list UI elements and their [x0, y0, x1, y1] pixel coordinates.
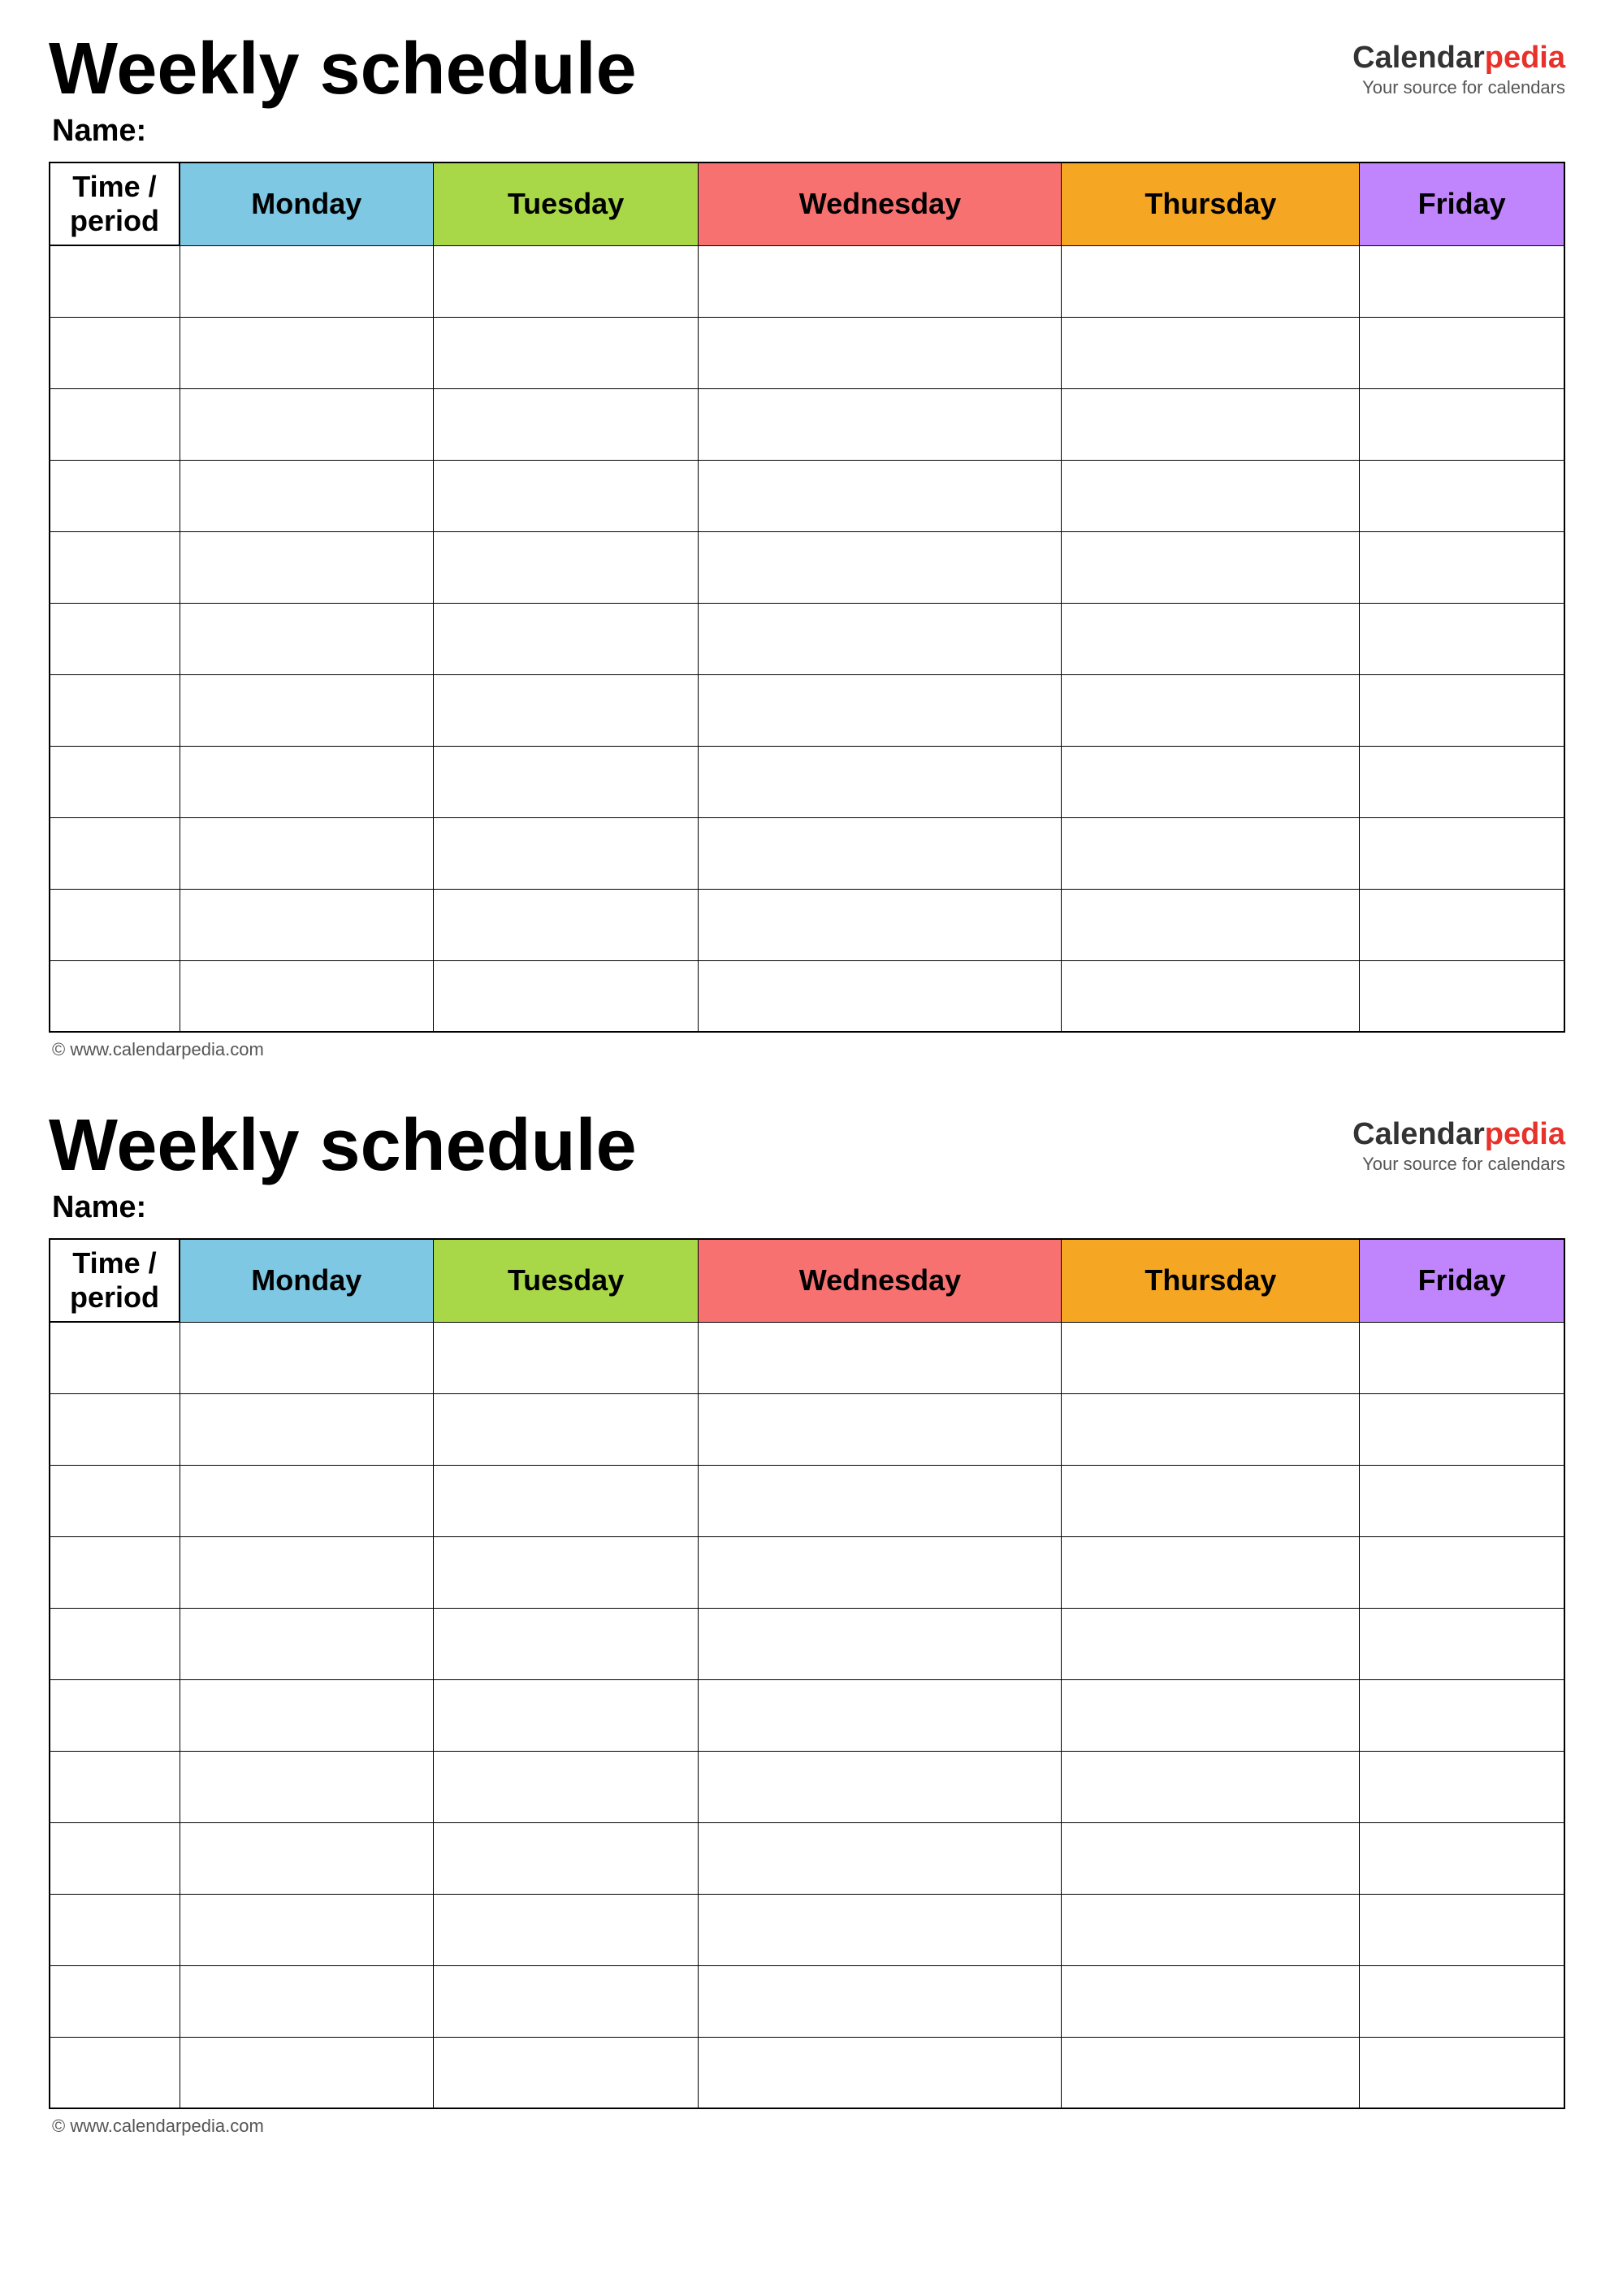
table-row — [50, 1751, 1564, 1822]
footer-1: © www.calendarpedia.com — [49, 1039, 1565, 1060]
cell-time[interactable] — [50, 817, 180, 889]
logo-pedia-word-1: pedia — [1485, 41, 1565, 75]
table-row — [50, 531, 1564, 603]
table-row — [50, 603, 1564, 674]
logo-sub-2: Your source for calendars — [1352, 1154, 1565, 1175]
cell-time[interactable] — [50, 1965, 180, 2037]
logo-text-2: Calendarpedia — [1352, 1117, 1565, 1152]
header-friday-2: Friday — [1360, 1239, 1564, 1322]
table-body-1 — [50, 245, 1564, 1032]
cell-time[interactable] — [50, 2037, 180, 2108]
table-row — [50, 2037, 1564, 2108]
table-body-2 — [50, 1322, 1564, 2108]
cell-time[interactable] — [50, 245, 180, 317]
name-label-1: Name: — [49, 114, 1565, 149]
table-row — [50, 1393, 1564, 1465]
cell-time[interactable] — [50, 1822, 180, 1894]
logo-text-1: Calendarpedia — [1352, 41, 1565, 76]
cell-time[interactable] — [50, 1679, 180, 1751]
cell-time[interactable] — [50, 388, 180, 460]
table-row — [50, 1465, 1564, 1536]
logo-1: Calendarpedia Your source for calendars — [1352, 32, 1565, 98]
cell-time[interactable] — [50, 1536, 180, 1608]
table-row — [50, 1822, 1564, 1894]
table-row — [50, 674, 1564, 746]
cell-time[interactable] — [50, 1894, 180, 1965]
header-time-2: Time / period — [50, 1239, 180, 1322]
header-thursday-1: Thursday — [1062, 162, 1360, 245]
table-row — [50, 1608, 1564, 1679]
table-row — [50, 1965, 1564, 2037]
cell-time[interactable] — [50, 1465, 180, 1536]
page-title-1: Weekly schedule — [49, 32, 637, 106]
table-row — [50, 960, 1564, 1032]
logo-calendar-word-1: Calendar — [1352, 41, 1485, 75]
cell-time[interactable] — [50, 1608, 180, 1679]
page-container: Weekly schedule Calendarpedia Your sourc… — [0, 0, 1614, 2218]
page-title-2: Weekly schedule — [49, 1109, 637, 1182]
header-wednesday-1: Wednesday — [699, 162, 1062, 245]
header-time-1: Time / period — [50, 162, 180, 245]
logo-2: Calendarpedia Your source for calendars — [1352, 1109, 1565, 1175]
header-tuesday-1: Tuesday — [433, 162, 699, 245]
header-friday-1: Friday — [1360, 162, 1564, 245]
schedule-section-1: Weekly schedule Calendarpedia Your sourc… — [49, 32, 1565, 1060]
cell-time[interactable] — [50, 960, 180, 1032]
header-monday-2: Monday — [180, 1239, 433, 1322]
table-row — [50, 460, 1564, 531]
schedule-section-2: Weekly schedule Calendarpedia Your sourc… — [49, 1109, 1565, 2137]
table-row — [50, 1894, 1564, 1965]
cell-time[interactable] — [50, 1751, 180, 1822]
cell-time[interactable] — [50, 889, 180, 960]
table-row — [50, 889, 1564, 960]
table-row — [50, 317, 1564, 388]
schedule-table-1: Time / period Monday Tuesday Wednesday T… — [49, 162, 1565, 1033]
schedule-table-2: Time / period Monday Tuesday Wednesday T… — [49, 1238, 1565, 2109]
header-thursday-2: Thursday — [1062, 1239, 1360, 1322]
header-row-2: Weekly schedule Calendarpedia Your sourc… — [49, 1109, 1565, 1182]
cell-time[interactable] — [50, 460, 180, 531]
table-row — [50, 1536, 1564, 1608]
table-row — [50, 388, 1564, 460]
logo-pedia-word-2: pedia — [1485, 1117, 1565, 1151]
table-row — [50, 746, 1564, 817]
table-row — [50, 1679, 1564, 1751]
table-row — [50, 245, 1564, 317]
footer-2: © www.calendarpedia.com — [49, 2116, 1565, 2137]
cell-time[interactable] — [50, 317, 180, 388]
table-row — [50, 1322, 1564, 1393]
cell-time[interactable] — [50, 531, 180, 603]
logo-sub-1: Your source for calendars — [1352, 77, 1565, 98]
cell-time[interactable] — [50, 674, 180, 746]
table-row — [50, 817, 1564, 889]
table-header-row-2: Time / period Monday Tuesday Wednesday T… — [50, 1239, 1564, 1322]
name-label-2: Name: — [49, 1190, 1565, 1225]
cell-time[interactable] — [50, 603, 180, 674]
logo-calendar-word-2: Calendar — [1352, 1117, 1485, 1151]
header-monday-1: Monday — [180, 162, 433, 245]
header-wednesday-2: Wednesday — [699, 1239, 1062, 1322]
cell-time[interactable] — [50, 746, 180, 817]
header-tuesday-2: Tuesday — [433, 1239, 699, 1322]
header-row-1: Weekly schedule Calendarpedia Your sourc… — [49, 32, 1565, 106]
table-header-row-1: Time / period Monday Tuesday Wednesday T… — [50, 162, 1564, 245]
cell-time[interactable] — [50, 1393, 180, 1465]
cell-time[interactable] — [50, 1322, 180, 1393]
